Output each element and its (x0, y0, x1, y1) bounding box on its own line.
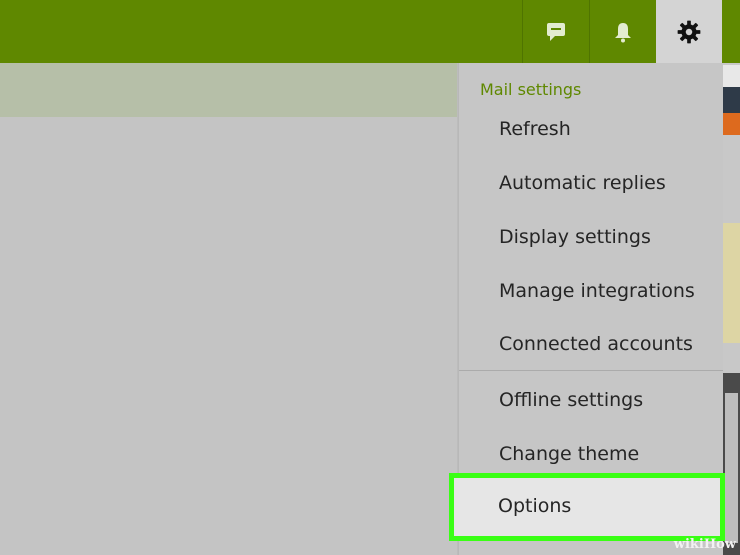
menu-item-manage-integrations[interactable]: Manage integrations (499, 280, 695, 302)
options-highlight-box (449, 473, 725, 541)
mail-toolbar-area (0, 63, 458, 117)
gear-icon (677, 20, 701, 43)
menu-divider (459, 370, 723, 371)
menu-item-connected-accounts[interactable]: Connected accounts (499, 333, 693, 355)
menu-section-title: Mail settings (480, 80, 582, 99)
ad-image-food (723, 223, 740, 343)
watermark: wikiHow (673, 537, 736, 552)
top-bar (0, 0, 740, 63)
chat-button[interactable] (522, 0, 589, 63)
ad-image-orange (723, 113, 740, 135)
bell-icon (615, 22, 631, 42)
notifications-button[interactable] (589, 0, 656, 63)
menu-item-options[interactable]: Options (498, 495, 571, 517)
ad-image-dark-inner (725, 393, 738, 543)
menu-item-offline-settings[interactable]: Offline settings (499, 389, 643, 411)
menu-item-display-settings[interactable]: Display settings (499, 226, 651, 248)
menu-item-refresh[interactable]: Refresh (499, 118, 571, 140)
menu-item-automatic-replies[interactable]: Automatic replies (499, 172, 666, 194)
chat-bubble-icon (547, 22, 565, 41)
menu-item-change-theme[interactable]: Change theme (499, 443, 639, 465)
ad-image-band (723, 65, 740, 87)
settings-button[interactable] (656, 0, 722, 63)
ad-strip (723, 63, 740, 555)
